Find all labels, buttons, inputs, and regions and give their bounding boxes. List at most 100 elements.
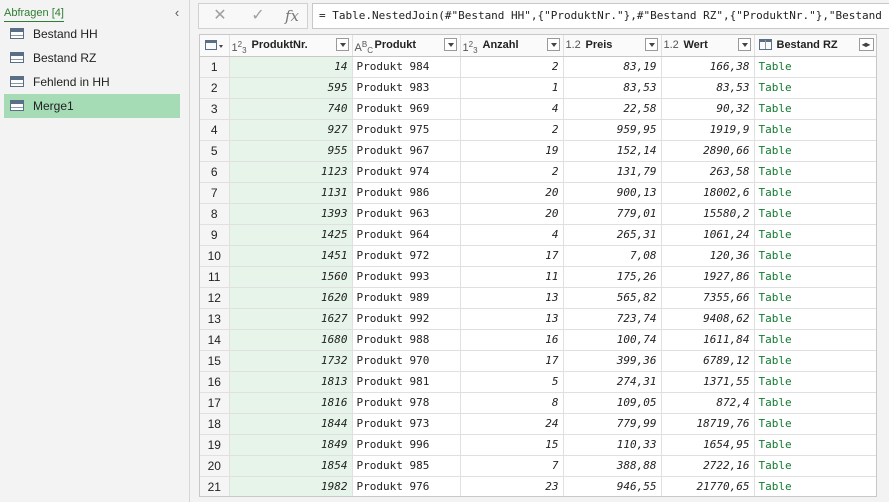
cell-bestand-rz[interactable]: Table bbox=[754, 455, 876, 477]
row-number[interactable]: 18 bbox=[200, 413, 230, 435]
cell-wert[interactable]: 2722,16 bbox=[661, 455, 755, 477]
row-number[interactable]: 5 bbox=[200, 140, 230, 162]
cell-produkt[interactable]: Produkt 986 bbox=[352, 182, 461, 204]
query-item-merge1[interactable]: Merge1 bbox=[4, 94, 180, 118]
cell-produktnr[interactable]: 1844 bbox=[229, 413, 353, 435]
grid-corner[interactable] bbox=[200, 35, 230, 57]
cell-anzahl[interactable]: 7 bbox=[460, 455, 564, 477]
expand-column-icon[interactable]: ◂▸ bbox=[858, 38, 874, 52]
cell-bestand-rz[interactable]: Table bbox=[754, 287, 876, 309]
row-number[interactable]: 4 bbox=[200, 119, 230, 141]
row-number[interactable]: 3 bbox=[200, 98, 230, 120]
row-number[interactable]: 10 bbox=[200, 245, 230, 267]
cell-wert[interactable]: 7355,66 bbox=[661, 287, 755, 309]
cell-produktnr[interactable]: 1393 bbox=[229, 203, 353, 225]
cell-anzahl[interactable]: 17 bbox=[460, 245, 564, 267]
cell-anzahl[interactable]: 19 bbox=[460, 140, 564, 162]
cell-bestand-rz[interactable]: Table bbox=[754, 203, 876, 225]
cell-produktnr[interactable]: 1680 bbox=[229, 329, 353, 351]
cell-wert[interactable]: 263,58 bbox=[661, 161, 755, 183]
cell-bestand-rz[interactable]: Table bbox=[754, 371, 876, 393]
text-icon[interactable]: ABC bbox=[355, 35, 373, 55]
cell-anzahl[interactable]: 1 bbox=[460, 77, 564, 99]
cell-anzahl[interactable]: 20 bbox=[460, 203, 564, 225]
cell-preis[interactable]: 265,31 bbox=[563, 224, 662, 246]
cell-produkt[interactable]: Produkt 976 bbox=[352, 476, 461, 496]
cell-bestand-rz[interactable]: Table bbox=[754, 266, 876, 288]
row-number[interactable]: 2 bbox=[200, 77, 230, 99]
cell-wert[interactable]: 1919,9 bbox=[661, 119, 755, 141]
cell-bestand-rz[interactable]: Table bbox=[754, 98, 876, 120]
cell-wert[interactable]: 1611,84 bbox=[661, 329, 755, 351]
cell-wert[interactable]: 90,32 bbox=[661, 98, 755, 120]
cell-produkt[interactable]: Produkt 985 bbox=[352, 455, 461, 477]
cell-anzahl[interactable]: 11 bbox=[460, 266, 564, 288]
cell-produkt[interactable]: Produkt 964 bbox=[352, 224, 461, 246]
cell-preis[interactable]: 110,33 bbox=[563, 434, 662, 456]
query-item-bestand-hh[interactable]: Bestand HH bbox=[4, 22, 180, 46]
cell-produktnr[interactable]: 1816 bbox=[229, 392, 353, 414]
row-number[interactable]: 20 bbox=[200, 455, 230, 477]
cell-wert[interactable]: 6789,12 bbox=[661, 350, 755, 372]
cell-produkt[interactable]: Produkt 967 bbox=[352, 140, 461, 162]
cell-produktnr[interactable]: 1627 bbox=[229, 308, 353, 330]
cell-anzahl[interactable]: 2 bbox=[460, 56, 564, 78]
cell-produktnr[interactable]: 1451 bbox=[229, 245, 353, 267]
cell-wert[interactable]: 21770,65 bbox=[661, 476, 755, 496]
cell-bestand-rz[interactable]: Table bbox=[754, 161, 876, 183]
decimal-icon[interactable]: 1.2 bbox=[566, 35, 581, 55]
cell-preis[interactable]: 83,53 bbox=[563, 77, 662, 99]
cell-anzahl[interactable]: 15 bbox=[460, 434, 564, 456]
cell-anzahl[interactable]: 13 bbox=[460, 308, 564, 330]
filter-dropdown-icon[interactable] bbox=[443, 38, 457, 52]
cell-preis[interactable]: 779,01 bbox=[563, 203, 662, 225]
cell-produktnr[interactable]: 1982 bbox=[229, 476, 353, 496]
row-number[interactable]: 17 bbox=[200, 392, 230, 414]
cell-preis[interactable]: 946,55 bbox=[563, 476, 662, 496]
cell-preis[interactable]: 274,31 bbox=[563, 371, 662, 393]
cell-anzahl[interactable]: 13 bbox=[460, 287, 564, 309]
cell-wert[interactable]: 1927,86 bbox=[661, 266, 755, 288]
cell-anzahl[interactable]: 23 bbox=[460, 476, 564, 496]
cell-wert[interactable]: 18719,76 bbox=[661, 413, 755, 435]
cell-anzahl[interactable]: 8 bbox=[460, 392, 564, 414]
cell-preis[interactable]: 388,88 bbox=[563, 455, 662, 477]
row-number[interactable]: 9 bbox=[200, 224, 230, 246]
cell-produktnr[interactable]: 595 bbox=[229, 77, 353, 99]
filter-dropdown-icon[interactable] bbox=[737, 38, 751, 52]
row-number[interactable]: 14 bbox=[200, 329, 230, 351]
cell-produktnr[interactable]: 1425 bbox=[229, 224, 353, 246]
cell-produkt[interactable]: Produkt 969 bbox=[352, 98, 461, 120]
cell-produktnr[interactable]: 955 bbox=[229, 140, 353, 162]
row-number[interactable]: 16 bbox=[200, 371, 230, 393]
cell-wert[interactable]: 166,38 bbox=[661, 56, 755, 78]
cell-anzahl[interactable]: 5 bbox=[460, 371, 564, 393]
confirm-icon[interactable]: ✓ bbox=[247, 6, 269, 26]
cell-preis[interactable]: 22,58 bbox=[563, 98, 662, 120]
cell-preis[interactable]: 779,99 bbox=[563, 413, 662, 435]
cell-produkt[interactable]: Produkt 989 bbox=[352, 287, 461, 309]
cell-produkt[interactable]: Produkt 981 bbox=[352, 371, 461, 393]
row-number[interactable]: 19 bbox=[200, 434, 230, 456]
cell-anzahl[interactable]: 2 bbox=[460, 161, 564, 183]
cell-bestand-rz[interactable]: Table bbox=[754, 182, 876, 204]
whole-number-icon[interactable]: 123 bbox=[463, 35, 478, 55]
column-header-produktnr[interactable]: 123 ProduktNr. bbox=[229, 35, 353, 57]
column-header-bestand-rz[interactable]: Bestand RZ ◂▸ bbox=[754, 35, 876, 57]
cell-bestand-rz[interactable]: Table bbox=[754, 329, 876, 351]
cell-bestand-rz[interactable]: Table bbox=[754, 224, 876, 246]
cell-wert[interactable]: 872,4 bbox=[661, 392, 755, 414]
cell-bestand-rz[interactable]: Table bbox=[754, 350, 876, 372]
cell-produkt[interactable]: Produkt 992 bbox=[352, 308, 461, 330]
filter-dropdown-icon[interactable] bbox=[335, 38, 349, 52]
cell-anzahl[interactable]: 24 bbox=[460, 413, 564, 435]
cell-bestand-rz[interactable]: Table bbox=[754, 119, 876, 141]
whole-number-icon[interactable]: 123 bbox=[232, 35, 247, 55]
filter-dropdown-icon[interactable] bbox=[546, 38, 560, 52]
cell-produkt[interactable]: Produkt 996 bbox=[352, 434, 461, 456]
cell-anzahl[interactable]: 4 bbox=[460, 224, 564, 246]
cell-bestand-rz[interactable]: Table bbox=[754, 392, 876, 414]
column-header-wert[interactable]: 1.2 Wert bbox=[661, 35, 755, 57]
cell-produktnr[interactable]: 1849 bbox=[229, 434, 353, 456]
cell-produkt[interactable]: Produkt 983 bbox=[352, 77, 461, 99]
